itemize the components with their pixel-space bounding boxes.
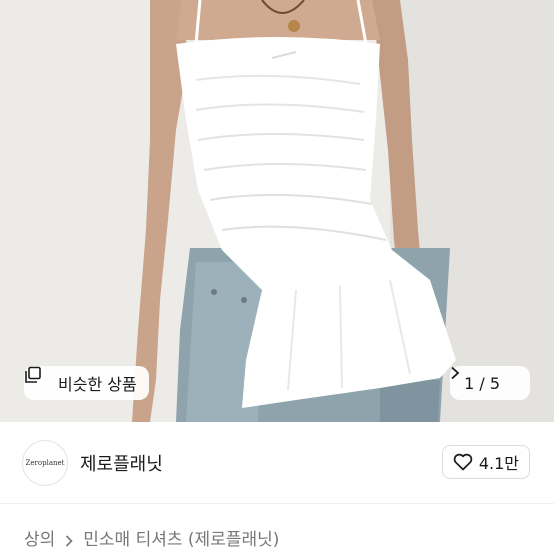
- chevron-right-icon: [451, 366, 520, 390]
- seller-name[interactable]: 제로플래닛: [80, 450, 163, 476]
- breadcrumb: 상의 민소매 티셔츠 (제로플래닛): [24, 525, 279, 550]
- seller-avatar-text: Zeroplanet: [25, 459, 65, 467]
- like-count: 4.1만: [478, 454, 519, 473]
- like-button[interactable]: 4.1만: [441, 445, 530, 479]
- seller-avatar[interactable]: Zeroplanet: [22, 440, 68, 486]
- similar-items-label: 비슷한 상품: [58, 375, 137, 394]
- image-counter-label: 1 / 5: [464, 373, 500, 393]
- product-photo: [0, 0, 554, 422]
- similar-items-button[interactable]: 비슷한 상품: [24, 366, 149, 400]
- breadcrumb-item-subcategory[interactable]: 민소매 티셔츠 (제로플래닛): [83, 525, 279, 550]
- similar-items-icon: [25, 366, 52, 392]
- product-image-carousel[interactable]: 비슷한 상품 1 / 5: [0, 0, 554, 422]
- image-counter[interactable]: 1 / 5: [450, 366, 530, 400]
- chevron-right-icon: [65, 532, 73, 547]
- breadcrumb-item-category[interactable]: 상의: [24, 525, 55, 550]
- heart-outline-icon: [453, 453, 473, 471]
